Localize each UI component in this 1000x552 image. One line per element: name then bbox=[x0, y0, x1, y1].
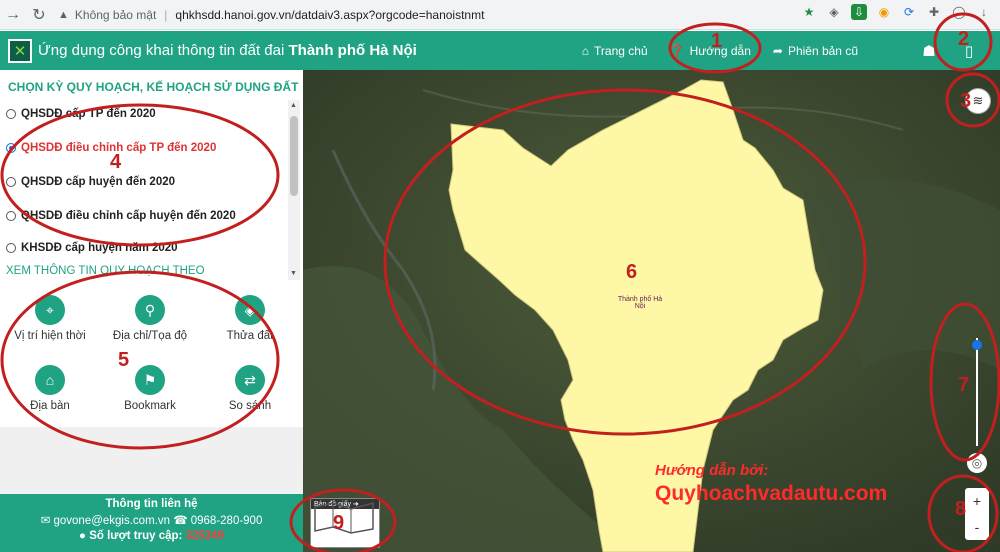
radio-button[interactable] bbox=[6, 143, 16, 153]
star-icon[interactable]: ★ bbox=[801, 4, 817, 20]
slider-knob[interactable] bbox=[972, 340, 982, 350]
app-logo: ✕ bbox=[8, 38, 32, 63]
tool-bookmark[interactable]: ⚑ Bookmark bbox=[100, 365, 200, 412]
tool-area[interactable]: ⌂ Địa bàn bbox=[0, 365, 100, 412]
extension-icons: ★ ◈ ⇩ ◉ ⟳ ✚ ◯ ↓ bbox=[801, 4, 992, 20]
radio-option-4[interactable]: KHSDĐ cấp huyện năm 2020 bbox=[6, 242, 178, 254]
mail-icon: ✉ bbox=[40, 515, 51, 527]
color-extension-icon[interactable]: ◉ bbox=[876, 4, 892, 20]
reload-icon[interactable]: ↻ bbox=[26, 2, 52, 28]
annotation-number: 3 bbox=[960, 90, 972, 112]
shield-extension-icon[interactable]: ◈ bbox=[826, 4, 842, 20]
annotation-number: 9 bbox=[333, 512, 345, 534]
footer-contact-row: ✉ govone@ekgis.com.vn ☎ 0968-280-900 bbox=[0, 513, 303, 527]
building-icon: ⌂ bbox=[35, 365, 65, 395]
radio-option-0[interactable]: QHSDĐ cấp TP đến 2020 bbox=[6, 108, 156, 120]
annotation-number: 4 bbox=[110, 151, 122, 173]
zoom-out-button[interactable]: - bbox=[965, 514, 989, 540]
refresh-extension-icon[interactable]: ⟳ bbox=[901, 4, 917, 20]
paper-map-icon bbox=[314, 502, 374, 534]
phone-icon: ☎ bbox=[173, 515, 188, 527]
radio-button[interactable] bbox=[6, 177, 16, 187]
annotation-number: 6 bbox=[626, 261, 638, 283]
map-view[interactable]: Thành phố Hà Nội ≋ ◎ + - Bản đồ giấy ➜ H… bbox=[303, 70, 1000, 552]
footer-title: Thông tin liên hệ bbox=[105, 498, 198, 510]
download-icon[interactable]: ↓ bbox=[976, 4, 992, 20]
menu-home[interactable]: ⌂ Trang chủ bbox=[582, 44, 648, 58]
contact-footer: Thông tin liên hệ ✉ govone@ekgis.com.vn … bbox=[0, 494, 303, 552]
share-icon: ➦ bbox=[772, 43, 783, 58]
satellite-background bbox=[303, 70, 1000, 552]
scroll-up-icon[interactable]: ▲ bbox=[290, 102, 297, 109]
puzzle-icon[interactable]: ✚ bbox=[926, 4, 942, 20]
radio-button[interactable] bbox=[6, 109, 16, 119]
target-icon: ◎ bbox=[971, 456, 983, 470]
header-menu: ⌂ Trang chủ ❓ Hướng dẫn ➦ Phiên bản cũ ☗… bbox=[582, 31, 1000, 70]
radio-option-3[interactable]: QHSDĐ điều chỉnh cấp huyện đến 2020 bbox=[6, 210, 236, 222]
download-extension-icon[interactable]: ⇩ bbox=[851, 4, 867, 20]
tool-compare[interactable]: ⇄ So sánh bbox=[200, 365, 300, 412]
annotation-number: 5 bbox=[118, 349, 130, 371]
watermark-site: Quyhoachvadautu.com bbox=[655, 482, 888, 505]
annotation-number: 1 bbox=[711, 30, 723, 52]
browser-toolbar: → ↻ ▲ Không bảo mật | qhkhsdd.hanoi.gov.… bbox=[0, 0, 1000, 30]
cube-icon: ◈ bbox=[235, 295, 265, 325]
visits-count: 325349 bbox=[185, 530, 224, 542]
home-icon: ⌂ bbox=[581, 43, 590, 58]
footer-email[interactable]: govone@ekgis.com.vn bbox=[53, 515, 170, 527]
address-bar[interactable]: ▲ Không bảo mật | qhkhsdd.hanoi.gov.vn/d… bbox=[58, 4, 484, 26]
swap-icon: ⇄ bbox=[235, 365, 265, 395]
scroll-down-icon[interactable]: ▼ bbox=[290, 270, 297, 277]
forward-icon[interactable]: → bbox=[0, 2, 26, 28]
zoom-control: + - bbox=[965, 488, 989, 540]
profile-icon[interactable]: ◯ bbox=[951, 4, 967, 20]
zoom-in-button[interactable]: + bbox=[965, 488, 989, 514]
footer-phone: 0968-280-900 bbox=[190, 515, 263, 527]
annotation-number: 7 bbox=[958, 374, 970, 396]
panel-spacer bbox=[0, 427, 303, 494]
annotation-number: 2 bbox=[958, 28, 970, 50]
list-scrollbar[interactable]: ▲ ▼ bbox=[288, 100, 300, 280]
user-icon: ● bbox=[79, 530, 86, 542]
map-pin-icon: ⚲ bbox=[135, 295, 165, 325]
paper-map-button[interactable]: Bản đồ giấy ➜ bbox=[310, 498, 380, 548]
radio-button[interactable] bbox=[6, 211, 16, 221]
question-icon: ❓ bbox=[669, 43, 685, 58]
panel-title: CHỌN KỲ QUY HOẠCH, KẾ HOẠCH SỬ DỤNG ĐẤT bbox=[8, 80, 299, 94]
security-label: Không bảo mật bbox=[74, 7, 157, 22]
opacity-slider[interactable] bbox=[972, 338, 982, 446]
tool-address[interactable]: ⚲ Địa chỉ/Tọa độ bbox=[100, 295, 200, 342]
bookmark-icon: ⚑ bbox=[135, 365, 165, 395]
left-panel: CHỌN KỲ QUY HOẠCH, KẾ HOẠCH SỬ DỤNG ĐẤT … bbox=[0, 70, 303, 552]
radio-option-2[interactable]: QHSDĐ cấp huyện đến 2020 bbox=[6, 176, 175, 188]
tool-current-location[interactable]: ⌖ Vị trí hiện thời bbox=[0, 295, 100, 342]
url-text: qhkhsdd.hanoi.gov.vn/datdaiv3.aspx?orgco… bbox=[175, 7, 485, 22]
layers-icon: ≋ bbox=[972, 93, 984, 108]
tool-parcel[interactable]: ◈ Thửa đất bbox=[200, 295, 300, 342]
planning-period-list: QHSDĐ cấp TP đến 2020 QHSDĐ điều chỉnh c… bbox=[0, 100, 287, 280]
crosshair-icon: ⌖ bbox=[35, 295, 65, 325]
radio-button[interactable] bbox=[6, 243, 16, 253]
locate-button[interactable]: ◎ bbox=[967, 453, 987, 473]
footer-visits-row: ● Số lượt truy cập: 325349 bbox=[79, 530, 224, 542]
section-title: XEM THÔNG TIN QUY HOẠCH THEO bbox=[6, 265, 205, 277]
app-title: Ứng dụng công khai thông tin đất đai Thà… bbox=[38, 42, 417, 59]
watermark-guide-label: Hướng dẫn bởi: bbox=[655, 462, 769, 479]
warning-icon: ▲ bbox=[58, 8, 69, 21]
android-icon[interactable]: ☗ bbox=[920, 42, 938, 60]
annotation-number: 8 bbox=[955, 498, 967, 520]
region-label: Thành phố Hà Nội bbox=[617, 296, 663, 310]
scroll-thumb[interactable] bbox=[290, 116, 298, 196]
app-header: ✕ Ứng dụng công khai thông tin đất đai T… bbox=[0, 31, 1000, 70]
menu-old-version[interactable]: ➦ Phiên bản cũ bbox=[773, 44, 858, 58]
